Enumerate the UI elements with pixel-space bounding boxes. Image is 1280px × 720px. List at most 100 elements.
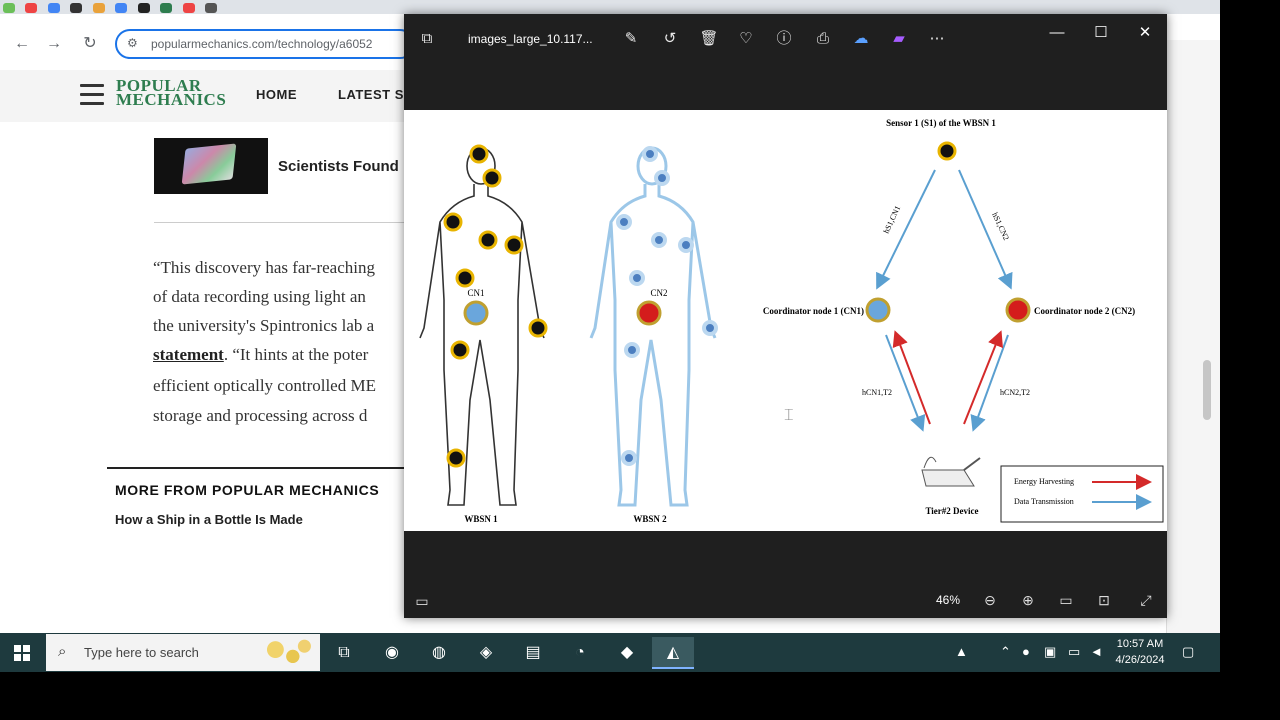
cn2-node bbox=[636, 300, 662, 326]
menu-icon[interactable] bbox=[80, 84, 104, 111]
site-logo[interactable]: POPULAR MECHANICS bbox=[116, 77, 227, 109]
related-thumbnail[interactable] bbox=[154, 138, 268, 194]
taskbar-search[interactable]: ⌕ Type here to search bbox=[46, 634, 320, 671]
cn1-label: CN1 bbox=[467, 288, 484, 298]
search-placeholder: Type here to search bbox=[84, 645, 199, 660]
start-button[interactable] bbox=[0, 633, 44, 672]
brave-icon[interactable]: ◆ bbox=[609, 637, 645, 669]
fullscreen-icon[interactable]: ⤢ bbox=[1136, 591, 1156, 609]
more-link[interactable]: How a Ship in a Bottle Is Made bbox=[115, 512, 303, 527]
meet-icon[interactable]: ▣ bbox=[1044, 644, 1056, 660]
taskbar-clock[interactable]: 10:57 AM 4/26/2024 bbox=[1110, 636, 1170, 668]
viewer-filename: images_large_10.117... bbox=[468, 32, 593, 46]
logo-line-2: MECHANICS bbox=[116, 90, 227, 109]
zoom-in-icon[interactable]: ⊕ bbox=[1018, 591, 1038, 609]
network-icon[interactable]: ▭ bbox=[1068, 644, 1080, 660]
photos-icon[interactable]: ◭ bbox=[652, 637, 694, 669]
tab-strip[interactable] bbox=[0, 0, 1220, 14]
notifications-icon[interactable]: ▢ bbox=[1182, 644, 1194, 660]
site-info-icon[interactable]: ⚙ bbox=[127, 36, 138, 50]
fit-icon[interactable]: ⊡ bbox=[1094, 591, 1114, 609]
reload-icon[interactable]: ↻ bbox=[80, 34, 100, 54]
legend-energy: Energy Harvesting bbox=[1014, 477, 1074, 486]
tier2-device-image bbox=[921, 456, 981, 487]
actual-size-icon[interactable]: ▭ bbox=[1056, 591, 1076, 609]
cloud-off-icon[interactable]: ☁ bbox=[850, 28, 872, 50]
coordinator-2 bbox=[1005, 297, 1031, 323]
related-title[interactable]: Scientists Found bbox=[278, 158, 399, 175]
scrollbar-thumb[interactable] bbox=[1203, 360, 1211, 420]
nav-latest[interactable]: LATEST ST bbox=[338, 87, 412, 102]
app-icon-blue[interactable]: ◈ bbox=[468, 637, 504, 669]
info-icon[interactable]: ⓘ bbox=[773, 28, 795, 50]
address-bar[interactable]: ⚙ popularmechanics.com/technology/a6052 bbox=[115, 29, 415, 59]
app-icon-dashboard[interactable]: ◔ bbox=[562, 637, 598, 669]
photo-viewer-window: ⧉ images_large_10.117... ✎ ↺ 🗑 ♡ ⓘ ⎙ ☁ ▰… bbox=[404, 14, 1167, 618]
stocks-icon[interactable]: ▲ bbox=[955, 644, 968, 659]
viewer-titlebar: ⧉ images_large_10.117... ✎ ↺ 🗑 ♡ ⓘ ⎙ ☁ ▰… bbox=[404, 14, 1167, 110]
arrow-cn1-t2 bbox=[885, 334, 926, 432]
desktop: ← → ↻ ⚙ popularmechanics.com/technology/… bbox=[0, 0, 1220, 672]
paragraph-line: the university's Spintronics lab a bbox=[153, 316, 375, 335]
tray-chevron-icon[interactable]: ⌃ bbox=[1000, 644, 1011, 660]
cn1-node bbox=[463, 300, 489, 326]
filmstrip-icon[interactable]: ▭ bbox=[412, 592, 432, 610]
screen-border-bottom bbox=[0, 672, 1280, 720]
tab-favicon[interactable] bbox=[205, 3, 218, 13]
app-icon-music[interactable]: ◉ bbox=[374, 637, 410, 669]
search-highlight-image bbox=[258, 636, 316, 670]
paragraph-line-with-link: statement. “It hints at the poter bbox=[153, 345, 369, 364]
paragraph-line: of data recording using light an bbox=[153, 287, 366, 306]
tab-favicon[interactable] bbox=[182, 3, 195, 13]
print-icon[interactable]: ⎙ bbox=[812, 28, 834, 50]
rotate-icon[interactable]: ↺ bbox=[659, 28, 681, 50]
tab-favicon[interactable] bbox=[70, 3, 83, 13]
gallery-icon[interactable]: ⧉ bbox=[416, 28, 438, 50]
more-icon[interactable]: ⋯ bbox=[926, 28, 948, 50]
close-icon[interactable]: ✕ bbox=[1133, 22, 1157, 44]
task-view-icon[interactable]: ⧉ bbox=[326, 637, 362, 669]
back-icon[interactable]: ← bbox=[12, 34, 32, 54]
volume-icon[interactable]: ◄ bbox=[1090, 644, 1103, 659]
tab-favicon[interactable] bbox=[3, 3, 15, 13]
delete-icon[interactable]: 🗑 bbox=[698, 28, 720, 50]
cn2-label: CN2 bbox=[650, 288, 667, 298]
coordinator-2-label: Coordinator node 2 (CN2) bbox=[1034, 306, 1135, 316]
viewer-image: CN1 CN2 WBSN 1 WBSN 2 Sensor 1 (S1) of t… bbox=[404, 110, 1167, 531]
paragraph-line: storage and processing across d bbox=[153, 406, 368, 425]
divider bbox=[154, 222, 414, 223]
legend: Energy Harvesting Data Transmission bbox=[1000, 465, 1164, 523]
section-divider bbox=[107, 467, 407, 469]
tab-favicon[interactable] bbox=[115, 3, 128, 13]
energy-cn2 bbox=[963, 330, 1003, 425]
energy-cn1 bbox=[892, 330, 931, 425]
chrome-icon[interactable]: ◍ bbox=[421, 637, 457, 669]
nav-home[interactable]: HOME bbox=[256, 87, 297, 102]
forward-icon[interactable]: → bbox=[44, 34, 64, 54]
h-cn2-t2: hCN2,T2 bbox=[1000, 388, 1030, 397]
minimize-icon[interactable]: — bbox=[1045, 22, 1069, 44]
tab-favicon[interactable] bbox=[160, 3, 173, 13]
legend-data: Data Transmission bbox=[1014, 497, 1074, 506]
h-s1-cn2: hS1,CN2 bbox=[990, 211, 1011, 242]
statement-link[interactable]: statement bbox=[153, 345, 224, 364]
file-explorer-icon[interactable]: ▤ bbox=[515, 637, 551, 669]
body-outline-2 bbox=[589, 146, 717, 507]
paragraph-line: “It hints at the poter bbox=[232, 345, 369, 364]
tier2-label: Tier#2 Device bbox=[925, 506, 978, 516]
background-browser-edge bbox=[1166, 40, 1220, 640]
zoom-out-icon[interactable]: ⊖ bbox=[980, 591, 1000, 609]
screen-border-right bbox=[1220, 0, 1280, 720]
maximize-icon[interactable]: ☐ bbox=[1089, 22, 1113, 44]
paragraph-line: efficient optically controlled ME bbox=[153, 376, 376, 395]
tab-favicon[interactable] bbox=[137, 3, 150, 13]
paragraph-line: “This discovery has far-reaching bbox=[153, 258, 375, 277]
tab-favicon[interactable] bbox=[25, 3, 38, 13]
windows-icon bbox=[14, 645, 30, 661]
microphone-icon[interactable]: ● bbox=[1022, 644, 1030, 659]
favorite-icon[interactable]: ♡ bbox=[735, 28, 757, 50]
edit-icon[interactable]: ✎ bbox=[620, 28, 642, 50]
clipchamp-icon[interactable]: ▰ bbox=[888, 28, 910, 50]
tab-favicon[interactable] bbox=[92, 3, 105, 13]
tab-favicon[interactable] bbox=[47, 3, 60, 13]
